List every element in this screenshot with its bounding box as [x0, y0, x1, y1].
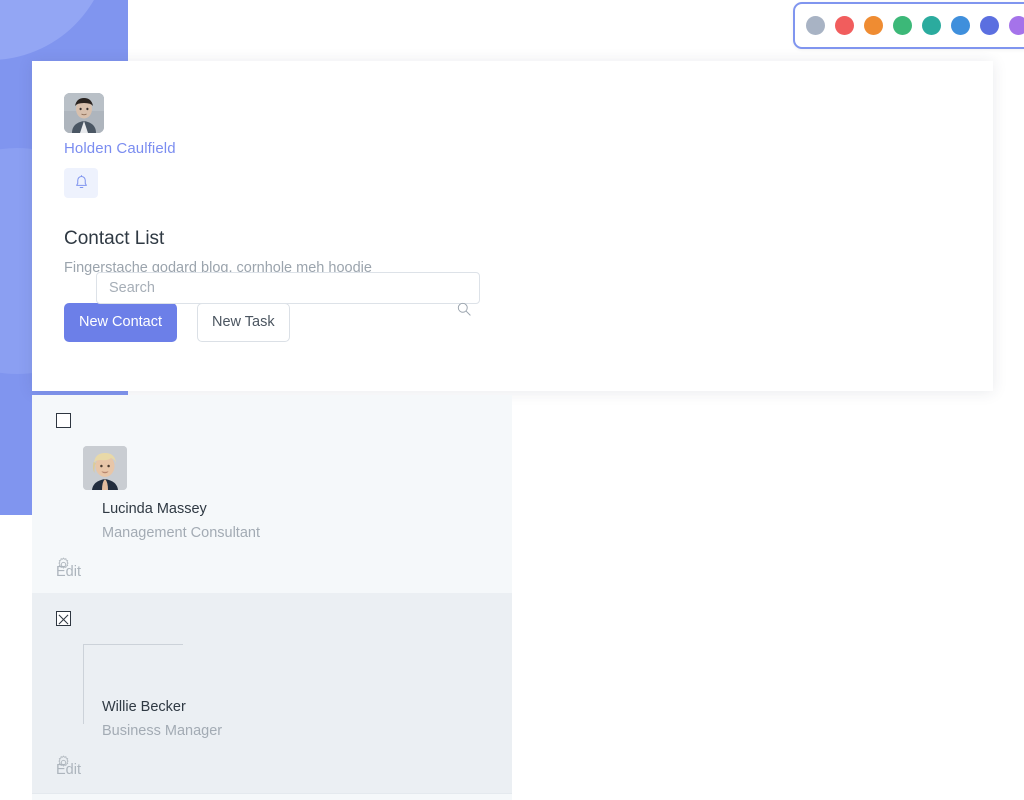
swatch-blue[interactable] — [951, 16, 970, 35]
swatch-green[interactable] — [893, 16, 912, 35]
bell-icon — [75, 175, 87, 189]
swatch-indigo[interactable] — [980, 16, 999, 35]
search-input[interactable] — [96, 272, 480, 304]
contact-avatar — [83, 446, 127, 490]
row-select-checkbox[interactable] — [56, 611, 71, 626]
edit-button[interactable]: Edit — [56, 755, 112, 778]
page-title: Contact List — [64, 228, 165, 249]
broken-image-edge-left — [83, 644, 84, 724]
new-task-button[interactable]: New Task — [197, 303, 290, 342]
action-button-row: New Contact New Task — [64, 303, 480, 342]
header-pane: Holden Caulfield Contact List Fingerstac… — [32, 61, 512, 391]
swatch-red[interactable] — [835, 16, 854, 35]
background-circle-top — [0, 0, 110, 60]
contact-avatar — [83, 644, 183, 724]
table-row[interactable]: Lucinda Massey Management Consultant Edi… — [32, 395, 512, 596]
app-root: Holden Caulfield Contact List Fingerstac… — [0, 0, 1024, 800]
edit-label: Edit — [56, 564, 81, 581]
contact-name: Willie Becker — [102, 699, 186, 715]
swatch-orange[interactable] — [864, 16, 883, 35]
contact-title: Business Manager — [102, 723, 223, 740]
swatch-gray[interactable] — [806, 16, 825, 35]
avatar — [64, 93, 104, 133]
edit-label: Edit — [56, 762, 81, 779]
notifications-button[interactable] — [64, 168, 98, 198]
swatch-purple[interactable] — [1009, 16, 1024, 35]
search-field-wrapper — [96, 272, 480, 316]
table-row[interactable]: Willie Becker Business Manager Edit — [32, 593, 512, 794]
color-palette-toolbar[interactable] — [793, 2, 1024, 49]
edit-button[interactable]: Edit — [56, 557, 112, 580]
broken-image-edge-top — [83, 644, 183, 645]
new-contact-button[interactable]: New Contact — [64, 303, 178, 342]
contact-title: Management Consultant — [102, 525, 260, 542]
table-row-partial[interactable] — [32, 794, 512, 800]
swatch-teal[interactable] — [922, 16, 941, 35]
user-name: Holden Caulfield — [64, 140, 176, 157]
row-select-checkbox[interactable] — [56, 413, 71, 428]
contact-name: Lucinda Massey — [102, 501, 207, 517]
